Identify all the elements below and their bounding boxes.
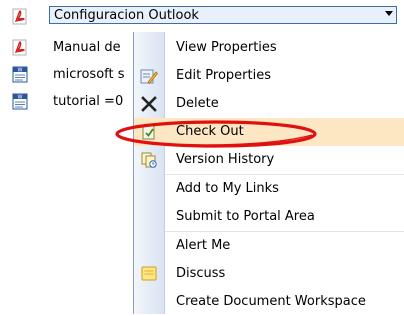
- menu-item-discuss[interactable]: Discuss: [134, 260, 404, 288]
- menu-item-view-properties[interactable]: View Properties: [134, 34, 404, 62]
- menu-item-label: Alert Me: [176, 238, 231, 253]
- pdf-icon: [12, 39, 27, 56]
- menu-item-add-to-my-links[interactable]: Add to My Links: [134, 175, 404, 203]
- svg-text:W: W: [18, 95, 23, 101]
- menu-item-label: Add to My Links: [176, 181, 279, 196]
- menu-item-label: Check Out: [176, 124, 244, 139]
- document-name[interactable]: tutorial =0: [53, 93, 123, 110]
- menu-item-label: Create Document Workspace: [176, 294, 366, 309]
- document-name[interactable]: Manual de: [53, 39, 121, 56]
- chevron-down-icon[interactable]: [385, 11, 393, 16]
- menu-item-label: Version History: [176, 152, 275, 167]
- svg-text:W: W: [18, 68, 23, 74]
- selected-document-field[interactable]: Configuracion Outlook: [49, 6, 397, 24]
- check-out-icon: [142, 125, 155, 140]
- pdf-icon: [12, 8, 27, 25]
- delete-x-icon: [141, 96, 157, 112]
- word-doc-icon: W: [12, 93, 28, 110]
- version-history-icon: [141, 152, 157, 168]
- menu-item-label: Submit to Portal Area: [176, 209, 315, 224]
- document-name[interactable]: microsoft s: [53, 66, 125, 83]
- menu-item-submit-to-portal-area[interactable]: Submit to Portal Area: [134, 203, 404, 231]
- menu-item-delete[interactable]: Delete: [134, 90, 404, 118]
- menu-item-label: Discuss: [176, 266, 226, 281]
- menu-item-edit-properties[interactable]: Edit Properties: [134, 62, 404, 90]
- edit-properties-icon: [140, 69, 158, 85]
- document-row[interactable]: Configuracion Outlook: [0, 4, 404, 30]
- menu-item-label: Edit Properties: [176, 68, 272, 83]
- menu-item-create-document-workspace[interactable]: Create Document Workspace: [134, 288, 404, 316]
- document-name[interactable]: Configuracion Outlook: [54, 7, 199, 24]
- discuss-note-icon: [141, 266, 157, 281]
- word-doc-icon: W: [12, 66, 28, 83]
- menu-item-version-history[interactable]: Version History: [134, 146, 404, 174]
- document-context-menu: View Properties Edit Properties Delete C…: [133, 32, 404, 314]
- menu-item-label: View Properties: [176, 40, 277, 55]
- menu-item-check-out[interactable]: Check Out: [134, 118, 404, 146]
- menu-item-label: Delete: [176, 96, 219, 111]
- menu-item-alert-me[interactable]: Alert Me: [134, 232, 404, 260]
